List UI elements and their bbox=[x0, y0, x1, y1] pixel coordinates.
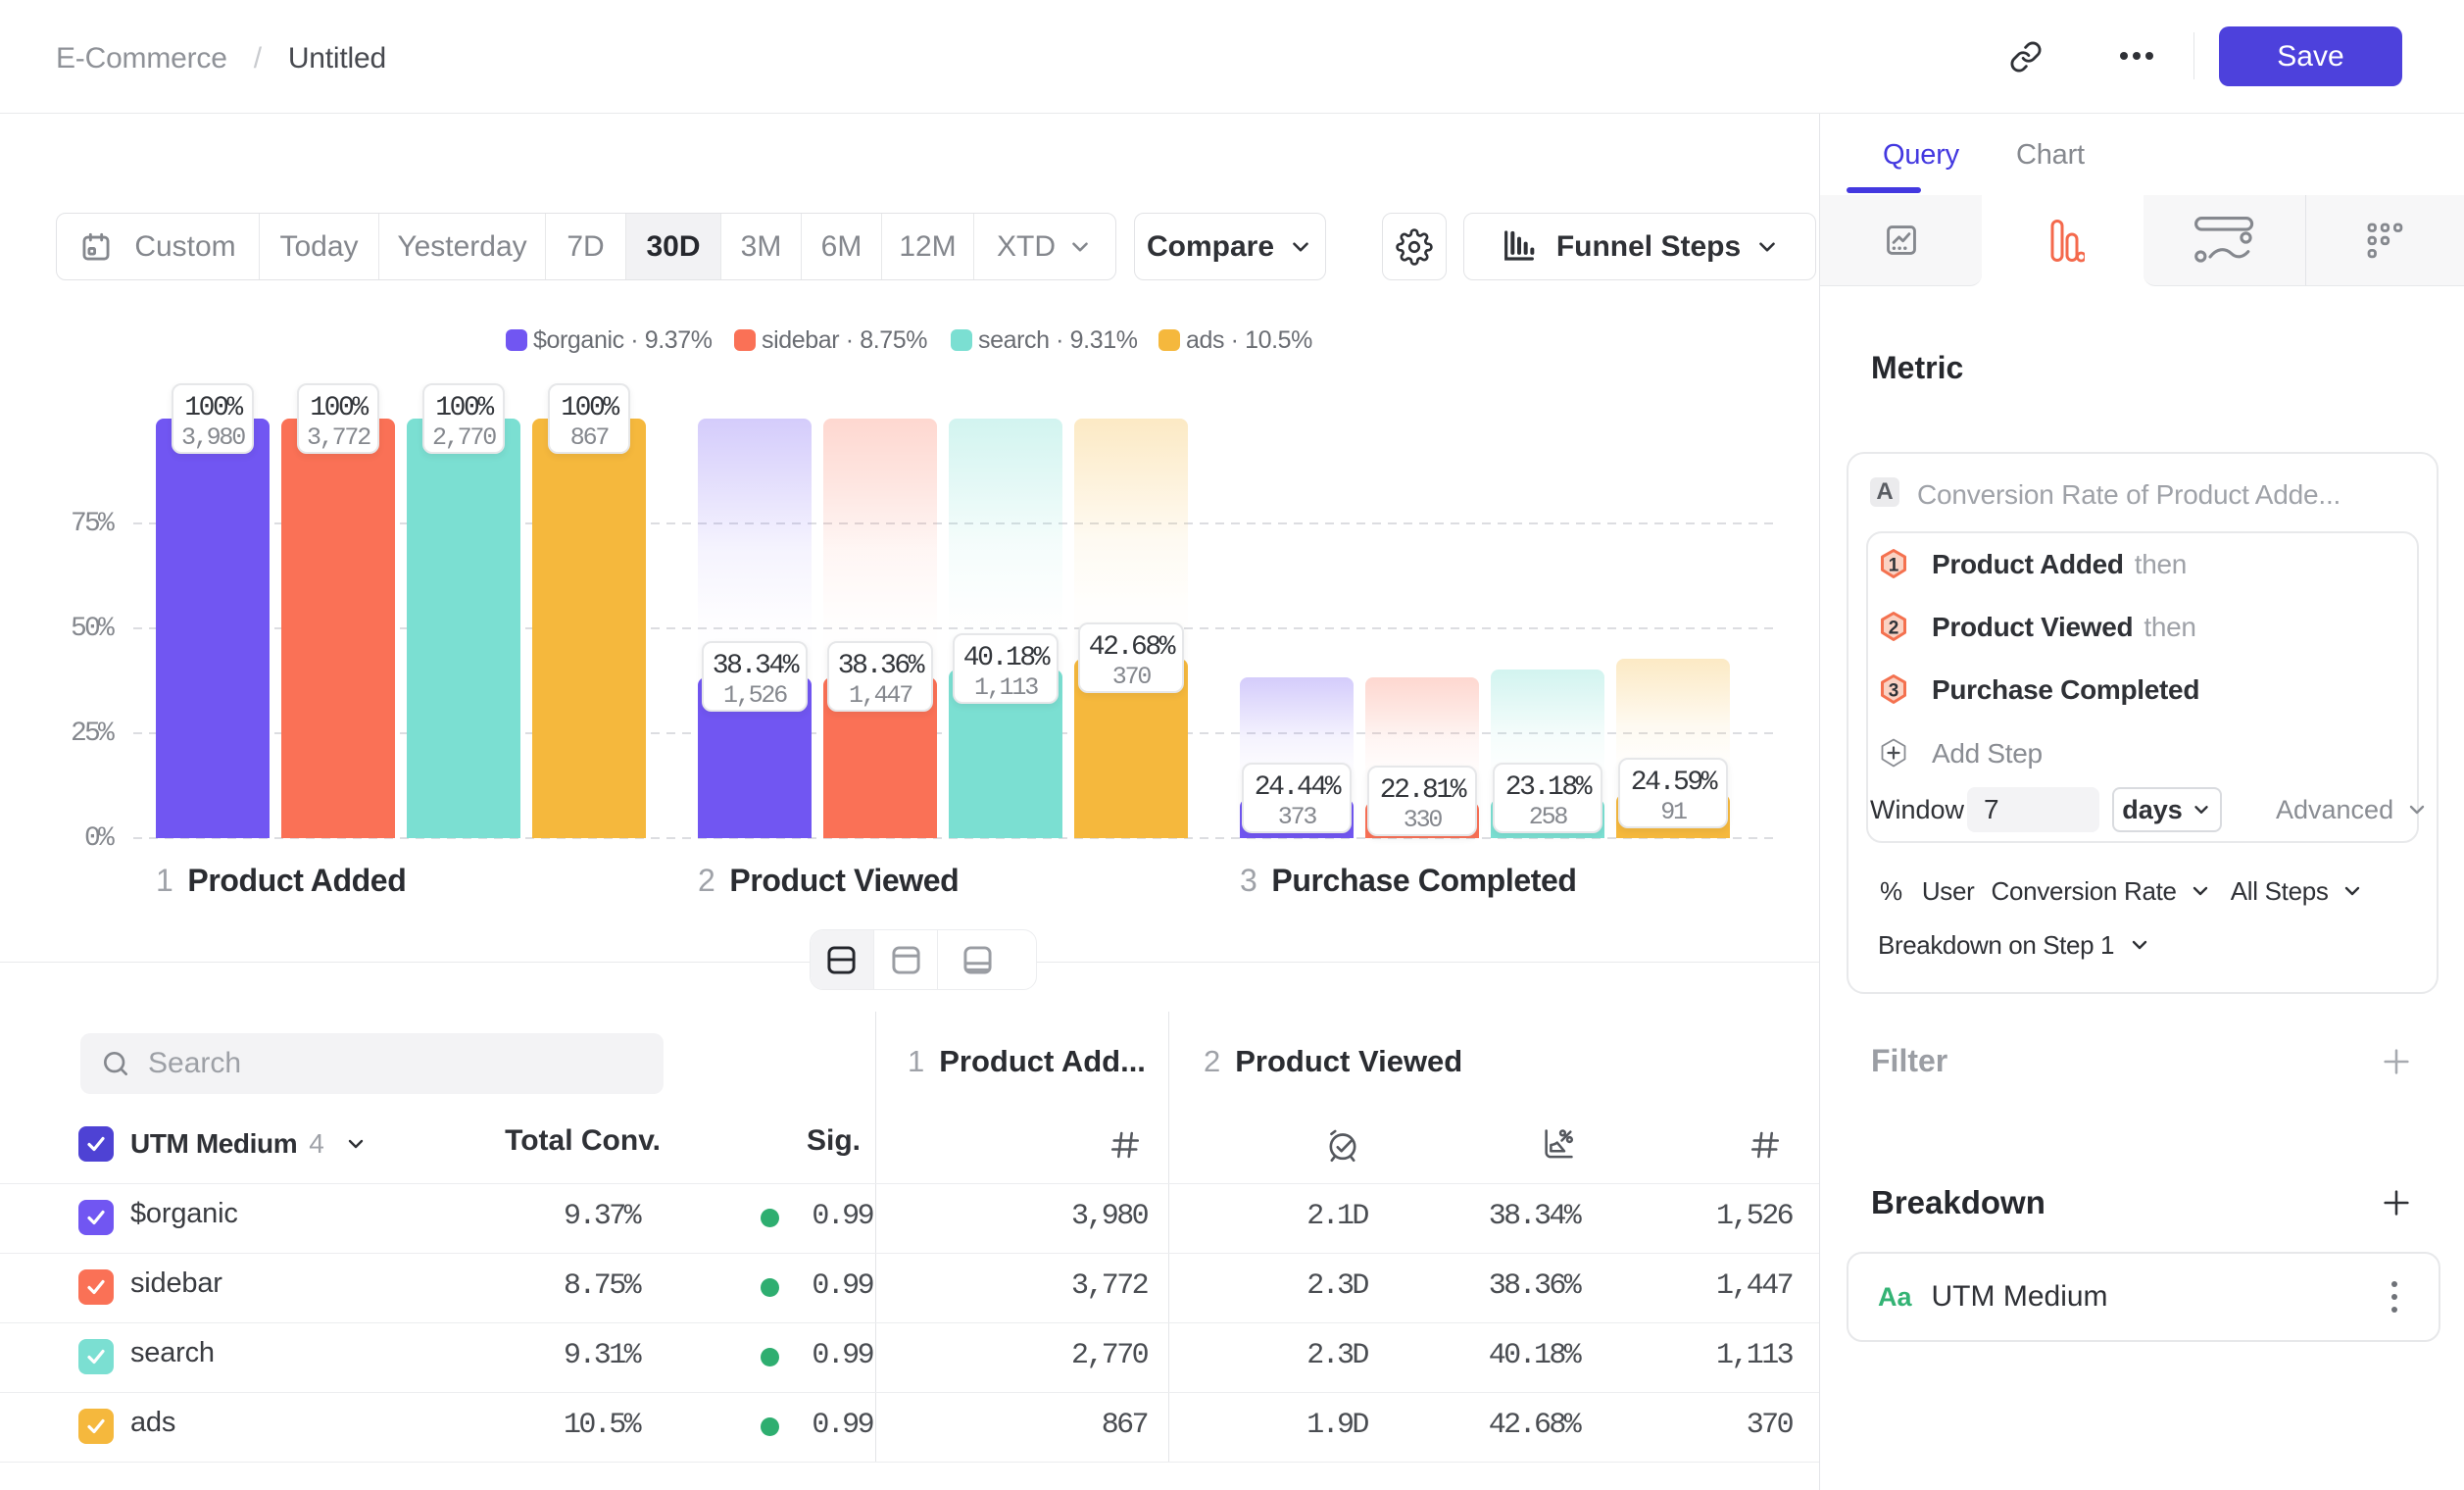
svg-text:1: 1 bbox=[1889, 556, 1899, 576]
svg-text:2: 2 bbox=[1889, 619, 1899, 639]
svg-text:3: 3 bbox=[1889, 681, 1899, 702]
